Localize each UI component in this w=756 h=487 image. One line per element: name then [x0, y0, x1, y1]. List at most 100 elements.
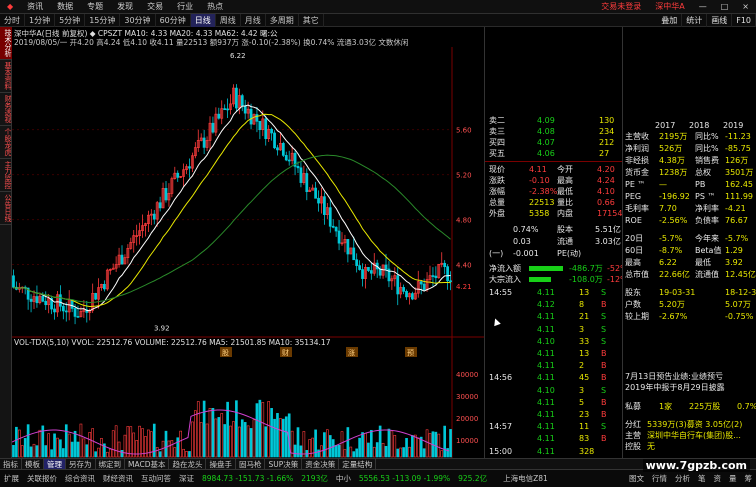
candle-body[interactable]: [434, 275, 438, 279]
candle-body[interactable]: [59, 294, 62, 307]
candle-body[interactable]: [323, 196, 326, 215]
candle-body[interactable]: [258, 120, 262, 131]
toolbar-button[interactable]: F10: [732, 13, 756, 27]
candle-body[interactable]: [396, 275, 400, 295]
candle-body[interactable]: [367, 267, 370, 271]
candle-body[interactable]: [273, 132, 276, 149]
candle-body[interactable]: [29, 298, 33, 302]
candle-body[interactable]: [270, 128, 273, 134]
candle-body[interactable]: [61, 305, 65, 312]
candle-body[interactable]: [384, 264, 388, 270]
status-button[interactable]: 筹: [741, 473, 756, 484]
candle-body[interactable]: [402, 287, 405, 292]
candle-body[interactable]: [211, 122, 215, 133]
candle-body[interactable]: [276, 147, 279, 151]
candle-body[interactable]: [431, 275, 435, 277]
period-tab[interactable]: 其它: [299, 13, 324, 27]
candle-body[interactable]: [53, 308, 56, 313]
status-button[interactable]: 量: [725, 473, 741, 484]
period-tab[interactable]: 分时: [0, 13, 25, 27]
menu-item[interactable]: 发现: [110, 0, 140, 14]
indicator-tab[interactable]: 固马枪: [236, 459, 266, 469]
minimize-icon[interactable]: —: [692, 0, 714, 14]
status-button[interactable]: 分析: [671, 473, 694, 484]
candle-body[interactable]: [188, 166, 191, 169]
info-tab[interactable]: 关联报价: [23, 473, 61, 484]
candle-body[interactable]: [328, 207, 332, 227]
menu-item[interactable]: 热点: [200, 0, 230, 14]
menu-item[interactable]: 专题: [80, 0, 110, 14]
info-tab[interactable]: 财经资讯: [99, 473, 137, 484]
indicator-tab[interactable]: SUP决策: [265, 459, 303, 469]
period-tab[interactable]: 周线: [216, 13, 241, 27]
candle-body[interactable]: [226, 108, 229, 111]
candle-body[interactable]: [120, 254, 124, 265]
candle-body[interactable]: [337, 230, 341, 244]
candle-body[interactable]: [103, 284, 106, 290]
side-tab[interactable]: 财务透视: [0, 93, 12, 126]
indicator-tab[interactable]: 操盘手: [206, 459, 236, 469]
event-marker[interactable]: 涨: [348, 348, 355, 357]
candle-body[interactable]: [243, 105, 247, 114]
candle-body[interactable]: [411, 293, 414, 300]
candle-body[interactable]: [314, 187, 317, 199]
candle-body[interactable]: [369, 270, 373, 274]
candle-body[interactable]: [281, 142, 285, 156]
candle-body[interactable]: [446, 266, 449, 282]
news-line[interactable]: 2019年中报于8月29日披露: [625, 382, 755, 393]
indicator-tab[interactable]: 管理: [44, 459, 66, 469]
status-button[interactable]: 笔: [694, 473, 710, 484]
toolbar-button[interactable]: 画线: [707, 13, 733, 27]
menu-item[interactable]: 数据: [50, 0, 80, 14]
candle-body[interactable]: [164, 188, 168, 201]
period-tab[interactable]: 1分钟: [25, 13, 56, 27]
candle-body[interactable]: [44, 300, 48, 306]
candle-body[interactable]: [346, 239, 350, 255]
indicator-tab[interactable]: 模板: [22, 459, 44, 469]
candlestick-chart[interactable]: 5.60 5.20 4.80 4.40 4.21 40000 30000 20000 10000…: [12, 47, 484, 467]
period-tab[interactable]: 15分钟: [85, 13, 121, 27]
candle-body[interactable]: [443, 262, 447, 268]
indicator-tab[interactable]: 资金决策: [302, 459, 340, 469]
period-tab[interactable]: 30分钟: [120, 13, 156, 27]
candle-body[interactable]: [176, 172, 180, 178]
candle-body[interactable]: [305, 173, 309, 193]
period-tab[interactable]: 5分钟: [55, 13, 86, 27]
event-marker[interactable]: 财: [282, 348, 289, 357]
candle-body[interactable]: [361, 269, 364, 279]
info-tab[interactable]: 互动问答: [137, 473, 175, 484]
candle-body[interactable]: [255, 114, 259, 122]
side-tab[interactable]: 基本资料: [0, 60, 12, 93]
candle-body[interactable]: [358, 265, 361, 270]
indicator-tab[interactable]: 趋在龙头: [169, 459, 207, 469]
candle-body[interactable]: [235, 87, 238, 109]
candle-body[interactable]: [158, 202, 162, 209]
candle-body[interactable]: [334, 226, 338, 232]
candle-body[interactable]: [419, 281, 423, 285]
candle-body[interactable]: [264, 118, 268, 140]
candle-body[interactable]: [405, 290, 408, 298]
toolbar-button[interactable]: 统计: [682, 13, 708, 27]
candle-body[interactable]: [94, 293, 97, 300]
candle-body[interactable]: [296, 166, 300, 169]
candle-body[interactable]: [240, 95, 244, 107]
event-marker[interactable]: 预: [407, 348, 414, 357]
news-line[interactable]: 7月13日预告业绩:业绩预亏: [625, 371, 755, 382]
candle-body[interactable]: [76, 316, 80, 318]
side-tab[interactable]: 个股龙虎: [0, 126, 12, 159]
toolbar-button[interactable]: 叠加: [657, 13, 683, 27]
status-button[interactable]: 图文: [625, 473, 648, 484]
trade-login-status[interactable]: 交易未登录: [594, 0, 648, 14]
candle-body[interactable]: [35, 296, 39, 304]
candle-body[interactable]: [449, 280, 452, 283]
candle-body[interactable]: [378, 268, 382, 276]
candle-body[interactable]: [223, 108, 227, 111]
candle-body[interactable]: [152, 213, 156, 220]
event-marker[interactable]: 股: [222, 349, 229, 357]
candle-body[interactable]: [12, 275, 15, 288]
menu-item[interactable]: 资讯: [20, 0, 50, 14]
side-tab[interactable]: 技术分析: [0, 27, 12, 60]
side-tab[interactable]: 公告日线: [0, 192, 12, 225]
candle-body[interactable]: [202, 137, 206, 148]
indicator-tab[interactable]: 指标: [0, 459, 22, 469]
